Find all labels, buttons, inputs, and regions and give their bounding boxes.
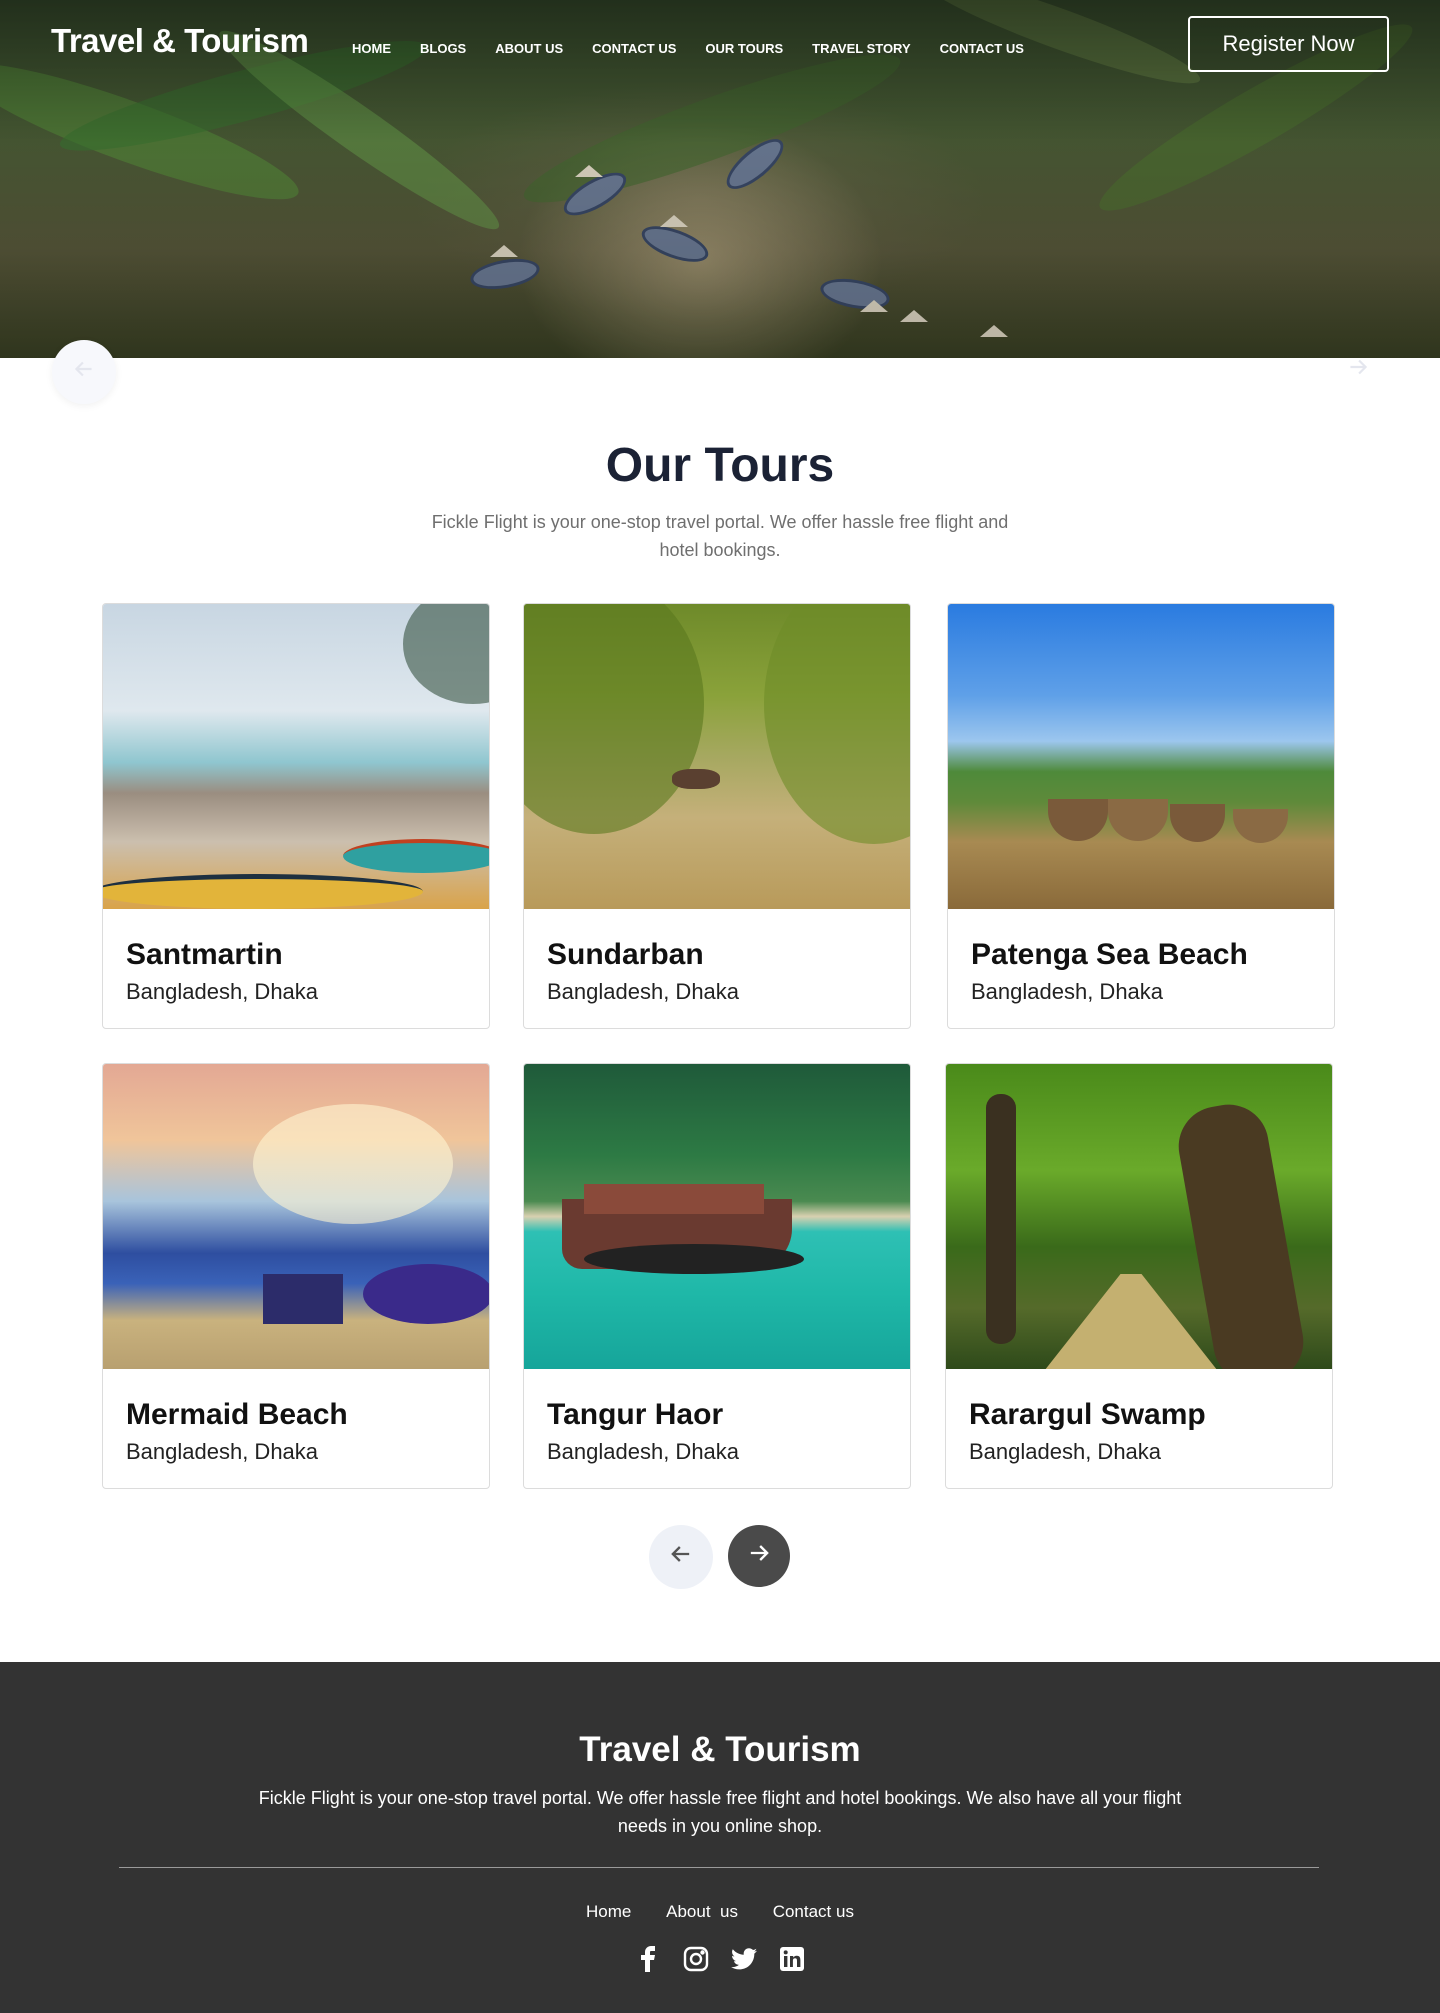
facebook-icon[interactable] xyxy=(635,1946,661,1972)
social-links xyxy=(0,1946,1440,1972)
tour-card-tangur-haor[interactable]: Tangur Haor Bangladesh, Dhaka xyxy=(523,1063,911,1489)
footer-link-contact-us[interactable]: Contact us xyxy=(773,1902,854,1921)
tour-image xyxy=(103,1064,489,1369)
tour-name: Sundarban xyxy=(547,938,704,971)
tour-image xyxy=(103,604,489,909)
tour-image xyxy=(524,604,910,909)
footer-divider xyxy=(119,1867,1319,1868)
tour-card-patenga-sea-beach[interactable]: Patenga Sea Beach Bangladesh, Dhaka xyxy=(947,603,1335,1029)
footer: Travel & Tourism Fickle Flight is your o… xyxy=(0,1662,1440,2013)
brand-logo[interactable]: Travel & Tourism xyxy=(51,22,309,60)
footer-links: Home About us Contact us xyxy=(0,1902,1440,1922)
tour-image xyxy=(524,1064,910,1369)
arrow-right-icon xyxy=(745,1539,773,1574)
tour-card-sundarban[interactable]: Sundarban Bangladesh, Dhaka xyxy=(523,603,911,1029)
nav-blogs[interactable]: BLOGS xyxy=(420,41,466,56)
tour-image xyxy=(948,604,1334,909)
footer-link-home[interactable]: Home xyxy=(586,1902,631,1921)
section-subtitle: Fickle Flight is your one-stop travel po… xyxy=(431,512,1009,560)
hero-banner: Travel & Tourism HOME BLOGS ABOUT US CON… xyxy=(0,0,1440,358)
tour-location: Bangladesh, Dhaka xyxy=(126,979,319,1004)
arrow-right-icon xyxy=(1345,354,1371,387)
tour-location: Bangladesh, Dhaka xyxy=(971,979,1164,1004)
nav-contact-us[interactable]: CONTACT US xyxy=(592,41,676,56)
tour-name: Tangur Haor xyxy=(547,1398,724,1431)
tours-prev-button[interactable] xyxy=(649,1525,713,1589)
hero-prev-button[interactable] xyxy=(52,340,116,404)
arrow-left-icon xyxy=(667,1540,695,1575)
register-now-button[interactable]: Register Now xyxy=(1188,16,1389,72)
tours-next-button[interactable] xyxy=(728,1525,790,1587)
hero-next-button[interactable] xyxy=(1340,352,1376,388)
footer-description: Fickle Flight is your one-stop travel po… xyxy=(258,1788,1182,1836)
tour-card-mermaid-beach[interactable]: Mermaid Beach Bangladesh, Dhaka xyxy=(102,1063,490,1489)
footer-link-about-us[interactable]: About us xyxy=(666,1902,738,1921)
tour-location: Bangladesh, Dhaka xyxy=(547,979,740,1004)
tour-image xyxy=(946,1064,1332,1369)
nav-contact-us-2[interactable]: CONTACT US xyxy=(940,41,1024,56)
footer-brand: Travel & Tourism xyxy=(579,1730,861,1769)
arrow-left-icon xyxy=(71,356,97,389)
tour-name: Rarargul Swamp xyxy=(969,1398,1206,1431)
linkedin-icon[interactable] xyxy=(779,1946,805,1972)
tour-card-santmartin[interactable]: Santmartin Bangladesh, Dhaka xyxy=(102,603,490,1029)
tour-name: Santmartin xyxy=(126,938,283,971)
tour-location: Bangladesh, Dhaka xyxy=(969,1439,1162,1464)
twitter-icon[interactable] xyxy=(731,1946,757,1972)
tour-name: Patenga Sea Beach xyxy=(971,938,1248,971)
section-title: Our Tours xyxy=(605,439,835,492)
tour-location: Bangladesh, Dhaka xyxy=(547,1439,740,1464)
nav-home[interactable]: HOME xyxy=(352,41,391,56)
tour-name: Mermaid Beach xyxy=(126,1398,348,1431)
main-nav: HOME BLOGS ABOUT US CONTACT US OUR TOURS… xyxy=(352,41,1053,56)
tour-location: Bangladesh, Dhaka xyxy=(126,1439,319,1464)
nav-about-us[interactable]: ABOUT US xyxy=(495,41,563,56)
nav-our-tours[interactable]: OUR TOURS xyxy=(705,41,783,56)
nav-travel-story[interactable]: TRAVEL STORY xyxy=(812,41,910,56)
instagram-icon[interactable] xyxy=(683,1946,709,1972)
tour-card-rarargul-swamp[interactable]: Rarargul Swamp Bangladesh, Dhaka xyxy=(945,1063,1333,1489)
